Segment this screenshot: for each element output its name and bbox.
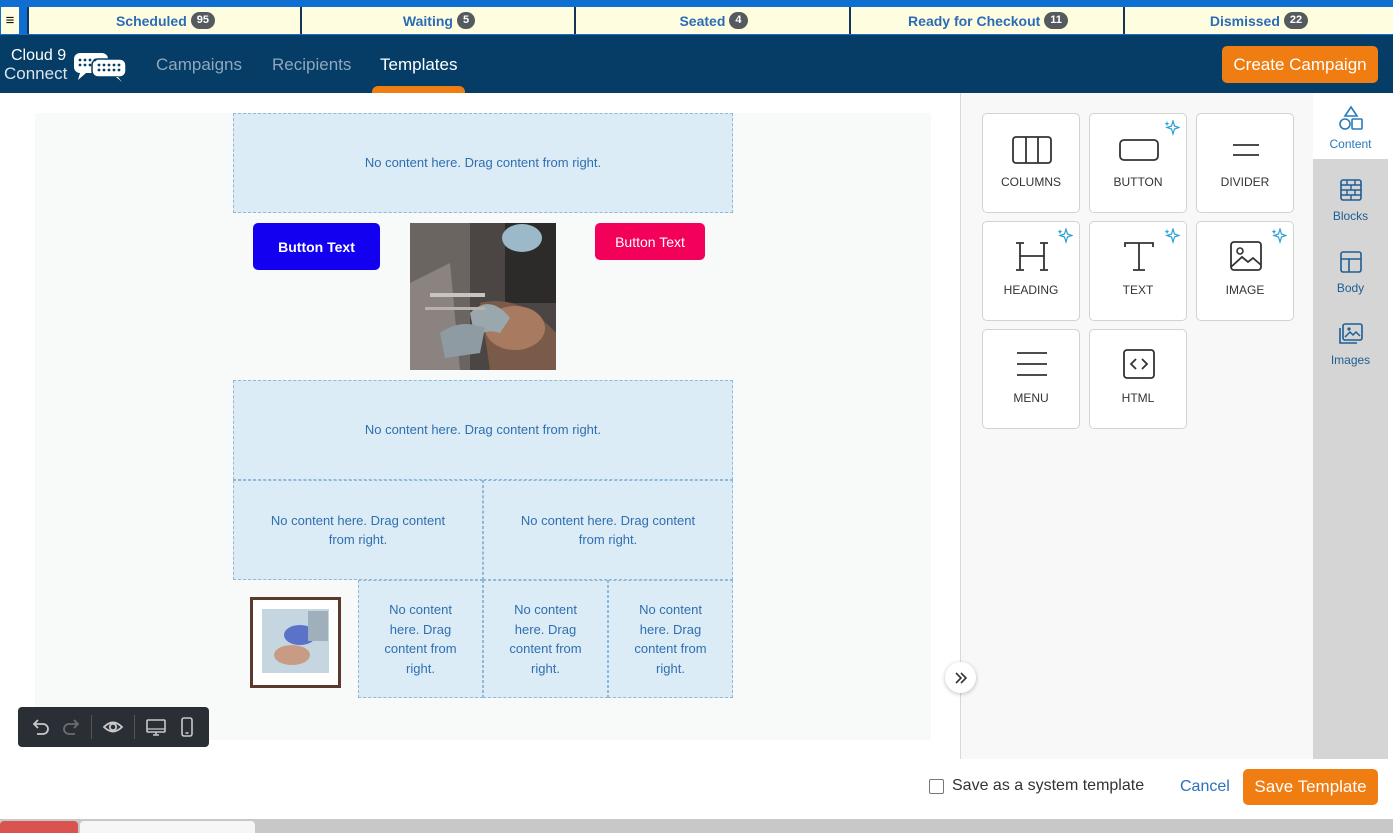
undo-icon[interactable] bbox=[29, 716, 51, 738]
shapes-icon bbox=[1339, 105, 1363, 130]
status-bar: ≡ Scheduled 95 Waiting 5 Seated 4 Ready … bbox=[0, 0, 1393, 35]
save-template-button[interactable]: Save Template bbox=[1243, 769, 1378, 805]
brand-line2: Connect bbox=[4, 64, 68, 83]
template-button-pink[interactable]: Button Text bbox=[595, 223, 705, 260]
status-tab-dismissed[interactable]: Dismissed 22 bbox=[1123, 7, 1393, 34]
nav-campaigns[interactable]: Campaigns bbox=[156, 55, 242, 75]
double-chevron-right-icon bbox=[954, 671, 967, 684]
collapse-panel-button[interactable] bbox=[945, 662, 976, 693]
bottom-tab[interactable] bbox=[80, 821, 255, 833]
sidebar-item-blocks[interactable]: Blocks bbox=[1313, 165, 1388, 231]
tool-label: HEADING bbox=[1003, 283, 1059, 297]
preview-eye-icon[interactable] bbox=[102, 716, 124, 738]
content-tools-panel: COLUMNS BUTTON DIVIDER HEADING TEXT IMAG… bbox=[960, 93, 1314, 759]
system-template-option[interactable]: Save as a system template bbox=[929, 777, 1144, 795]
status-tab-waiting[interactable]: Waiting 5 bbox=[300, 7, 576, 34]
status-tab-label: Waiting bbox=[402, 12, 453, 29]
sidebar-item-content[interactable]: Content bbox=[1313, 93, 1388, 159]
dropzone-col-left[interactable]: No content here. Drag content from right… bbox=[233, 480, 483, 580]
tool-button[interactable]: BUTTON bbox=[1089, 113, 1187, 213]
status-count-badge: 4 bbox=[729, 12, 748, 29]
status-count-badge: 22 bbox=[1283, 12, 1309, 29]
template-button-blue[interactable]: Button Text bbox=[253, 223, 380, 270]
dropzone-cell-1[interactable]: No content here. Drag content from right… bbox=[358, 580, 483, 698]
dropzone-cell-3[interactable]: No content here. Drag content from right… bbox=[608, 580, 733, 698]
toolbar-divider bbox=[134, 715, 135, 739]
status-tab-ready-for-checkout[interactable]: Ready for Checkout 11 bbox=[849, 7, 1125, 34]
status-tab-label: Seated bbox=[679, 12, 726, 29]
dropzone-cell-2[interactable]: No content here. Drag content from right… bbox=[483, 580, 608, 698]
sidebar-item-label: Blocks bbox=[1332, 209, 1369, 223]
heading-icon bbox=[1016, 242, 1048, 271]
tool-label: HTML bbox=[1121, 391, 1155, 405]
system-template-checkbox[interactable] bbox=[929, 778, 944, 794]
system-template-label: Save as a system template bbox=[952, 777, 1145, 794]
tool-menu[interactable]: MENU bbox=[982, 329, 1080, 429]
ai-sparkle-icon bbox=[1164, 228, 1180, 244]
tool-label: TEXT bbox=[1122, 283, 1154, 297]
sidebar-item-images[interactable]: Images bbox=[1313, 309, 1388, 375]
dropzone-row-1[interactable]: No content here. Drag content from right… bbox=[233, 113, 733, 213]
tool-label: IMAGE bbox=[1225, 283, 1265, 297]
redo-icon[interactable] bbox=[61, 716, 83, 738]
image-icon bbox=[1230, 241, 1262, 271]
framed-dental-image[interactable] bbox=[250, 597, 341, 688]
sidebar-item-label: Body bbox=[1336, 281, 1365, 295]
menu-icon bbox=[1017, 352, 1047, 376]
main-navbar: Cloud 9 Connect Campaigns Recipients Tem… bbox=[0, 35, 1393, 93]
bottom-tab-red[interactable] bbox=[0, 821, 78, 833]
dental-photo-image[interactable] bbox=[410, 223, 556, 370]
status-tab-scheduled[interactable]: Scheduled 95 bbox=[27, 7, 302, 34]
status-tab-label: Ready for Checkout bbox=[908, 12, 1041, 29]
html-icon bbox=[1123, 349, 1155, 379]
tool-text[interactable]: TEXT bbox=[1089, 221, 1187, 321]
tool-image[interactable]: IMAGE bbox=[1196, 221, 1294, 321]
status-tab-seated[interactable]: Seated 4 bbox=[574, 7, 851, 34]
ai-sparkle-icon bbox=[1164, 120, 1180, 136]
sidebar-item-label: Content bbox=[1329, 137, 1372, 151]
dropzone-col-right[interactable]: No content here. Drag content from right… bbox=[483, 480, 733, 580]
hamburger-menu-icon[interactable]: ≡ bbox=[1, 7, 19, 34]
tool-label: MENU bbox=[1013, 391, 1049, 405]
nav-recipients[interactable]: Recipients bbox=[272, 55, 351, 75]
editor-sidebar: Content Blocks Body Images bbox=[1313, 93, 1388, 759]
tool-label: COLUMNS bbox=[1000, 175, 1061, 189]
desktop-icon[interactable] bbox=[145, 716, 167, 738]
tool-columns[interactable]: COLUMNS bbox=[982, 113, 1080, 213]
layout-icon bbox=[1340, 251, 1362, 273]
cancel-link[interactable]: Cancel bbox=[1180, 778, 1230, 796]
tool-label: DIVIDER bbox=[1220, 175, 1270, 189]
images-icon bbox=[1339, 323, 1363, 344]
create-campaign-button[interactable]: Create Campaign bbox=[1222, 46, 1378, 83]
sidebar-item-label: Images bbox=[1330, 353, 1371, 367]
tool-html[interactable]: HTML bbox=[1089, 329, 1187, 429]
sidebar-item-body[interactable]: Body bbox=[1313, 237, 1388, 303]
divider-icon bbox=[1233, 144, 1259, 156]
status-tab-label: Dismissed bbox=[1209, 12, 1280, 29]
status-count-badge: 11 bbox=[1044, 12, 1068, 29]
tool-label: BUTTON bbox=[1113, 175, 1163, 189]
brand-logo[interactable]: Cloud 9 Connect bbox=[4, 47, 127, 85]
blocks-icon bbox=[1340, 179, 1362, 201]
tool-divider[interactable]: DIVIDER bbox=[1196, 113, 1294, 213]
columns-icon bbox=[1012, 136, 1052, 164]
brand-line1: Cloud 9 bbox=[11, 47, 67, 64]
editor-toolbar bbox=[18, 707, 209, 747]
nav-templates[interactable]: Templates bbox=[380, 55, 457, 75]
button-icon bbox=[1119, 139, 1159, 161]
ai-sparkle-icon bbox=[1057, 228, 1073, 244]
active-tab-indicator bbox=[372, 86, 465, 93]
toolbar-divider bbox=[91, 715, 92, 739]
status-count-badge: 5 bbox=[456, 12, 476, 29]
ai-sparkle-icon bbox=[1271, 228, 1287, 244]
tool-heading[interactable]: HEADING bbox=[982, 221, 1080, 321]
mobile-icon[interactable] bbox=[176, 716, 198, 738]
status-tab-label: Scheduled bbox=[115, 12, 187, 29]
chat-bubbles-icon bbox=[74, 53, 127, 82]
text-icon bbox=[1124, 242, 1154, 271]
dropzone-row-2[interactable]: No content here. Drag content from right… bbox=[233, 380, 733, 480]
status-count-badge: 95 bbox=[190, 12, 216, 29]
